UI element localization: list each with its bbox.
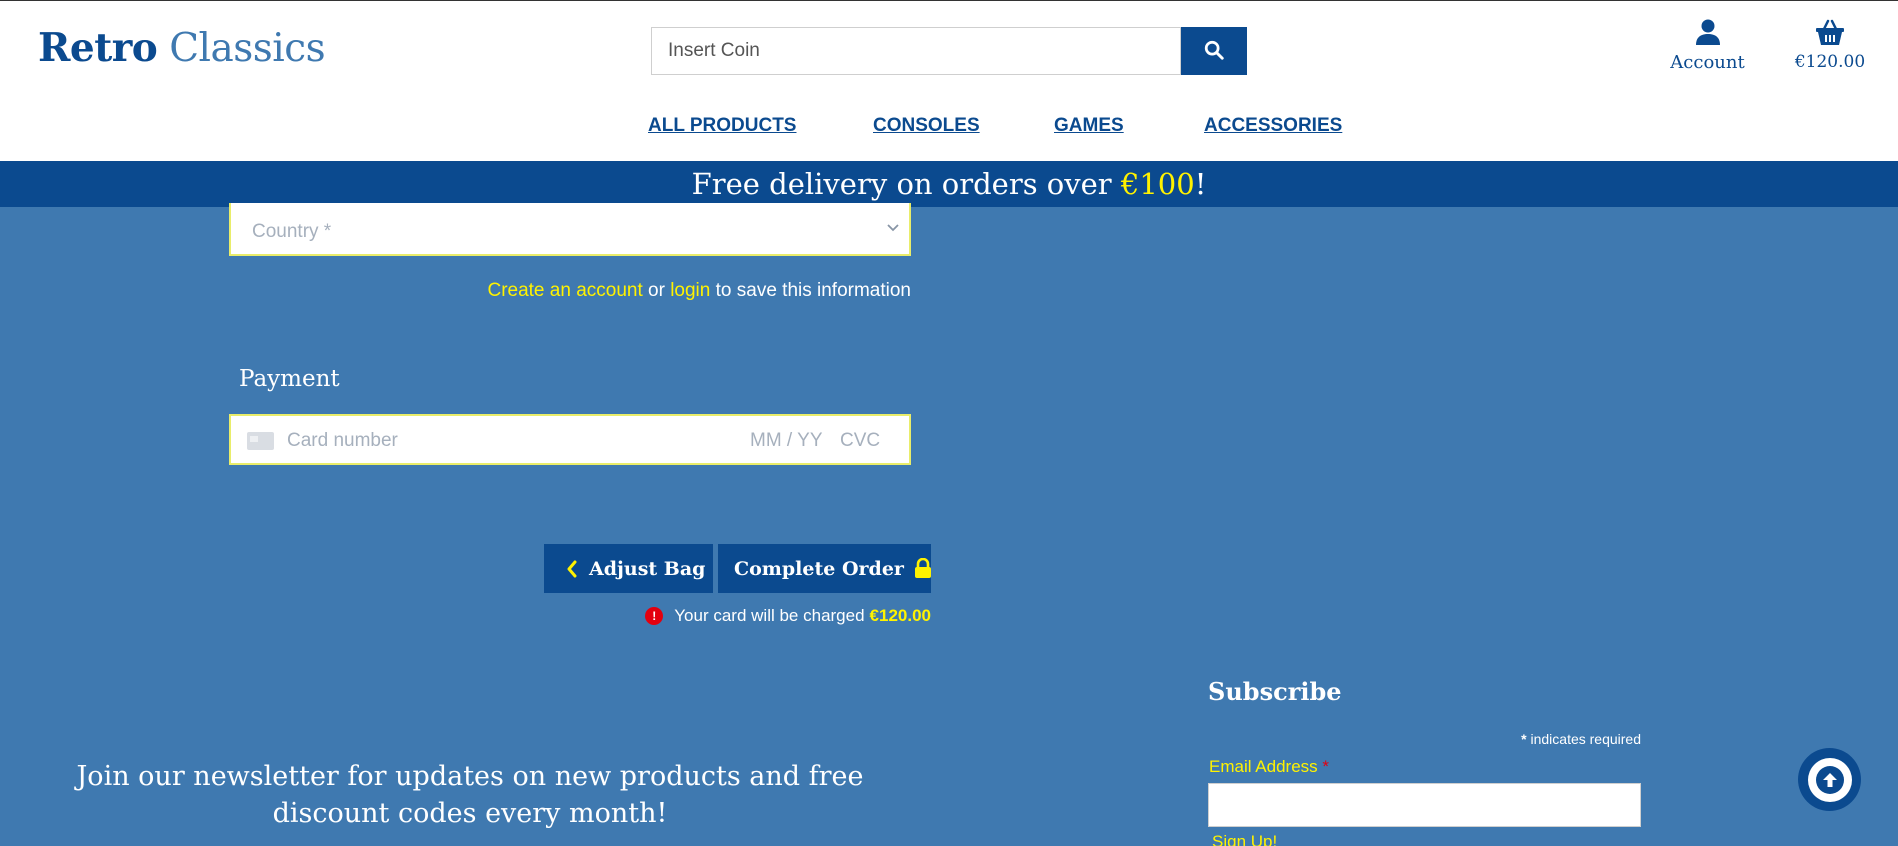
complete-order-button[interactable]: Complete Order	[718, 544, 931, 593]
basket-total: €120.00	[1794, 52, 1866, 72]
lock-icon	[914, 558, 932, 579]
credit-card-icon	[247, 432, 274, 450]
email-required-star: *	[1322, 757, 1330, 776]
brand-name-light: Classics	[169, 26, 326, 71]
banner-threshold: €100	[1120, 167, 1195, 201]
charge-text: Your card will be charged	[674, 606, 865, 625]
basket-link[interactable]: €120.00	[1790, 18, 1870, 72]
brand-name-bold: Retro	[38, 25, 158, 71]
signup-button[interactable]: Sign Up!	[1212, 832, 1277, 846]
charge-notice: ! Your card will be charged €120.00	[638, 606, 931, 626]
user-icon	[1695, 19, 1721, 50]
card-cvc-placeholder: CVC	[840, 430, 881, 451]
complete-order-label: Complete Order	[734, 557, 904, 580]
email-label-text: Email Address	[1209, 757, 1318, 776]
payment-heading: Payment	[239, 366, 340, 392]
banner-text: Free delivery on orders over	[691, 167, 1121, 201]
search-input[interactable]	[651, 27, 1181, 75]
charge-amount: €120.00	[869, 606, 931, 625]
email-label: Email Address *	[1209, 757, 1329, 777]
back-to-top-button[interactable]	[1798, 748, 1861, 811]
search-icon	[1203, 39, 1225, 64]
nav-consoles[interactable]: CONSOLES	[873, 115, 980, 137]
save-info-text: Create an account or login to save this …	[440, 280, 911, 302]
delivery-banner: Free delivery on orders over €100!	[0, 161, 1898, 207]
adjust-bag-label: Adjust Bag	[589, 557, 706, 580]
nav-accessories[interactable]: ACCESSORIES	[1204, 115, 1342, 137]
newsletter-text: Join our newsletter for updates on new p…	[76, 761, 864, 829]
adjust-bag-button[interactable]: Adjust Bag	[544, 544, 713, 593]
basket-icon	[1815, 19, 1845, 50]
nav-all-products[interactable]: ALL PRODUCTS	[648, 115, 796, 137]
search-button[interactable]	[1181, 27, 1247, 75]
create-account-link[interactable]: Create an account	[487, 280, 642, 301]
alert-circle-icon: !	[645, 607, 664, 625]
banner-exclaim: !	[1194, 167, 1207, 201]
account-label: Account	[1670, 52, 1745, 73]
chevron-left-icon	[566, 560, 577, 578]
nav-games[interactable]: GAMES	[1054, 115, 1124, 137]
login-link[interactable]: login	[670, 280, 710, 301]
card-input[interactable]: Card number MM / YY CVC	[229, 414, 911, 465]
arrow-up-icon	[1807, 757, 1852, 802]
email-field[interactable]	[1208, 783, 1641, 827]
card-number-placeholder: Card number	[287, 430, 398, 451]
main-nav: ALL PRODUCTS CONSOLES GAMES ACCESSORIES	[0, 115, 1898, 145]
card-expiry-placeholder: MM / YY	[750, 430, 823, 451]
save-text: to save this information	[710, 280, 911, 301]
country-placeholder: Country *	[252, 221, 332, 242]
required-note: * indicates required	[1200, 731, 1641, 747]
required-text: indicates required	[1526, 731, 1641, 747]
country-select[interactable]: Country *	[229, 203, 911, 256]
site-header: Retro Classics Account €120.00 ALL PRODU…	[0, 0, 1898, 161]
or-text: or	[642, 280, 671, 301]
subscribe-heading: Subscribe	[1208, 677, 1342, 706]
account-link[interactable]: Account	[1660, 18, 1755, 73]
brand-logo[interactable]: Retro Classics	[38, 25, 326, 71]
chevron-down-icon	[887, 219, 899, 237]
